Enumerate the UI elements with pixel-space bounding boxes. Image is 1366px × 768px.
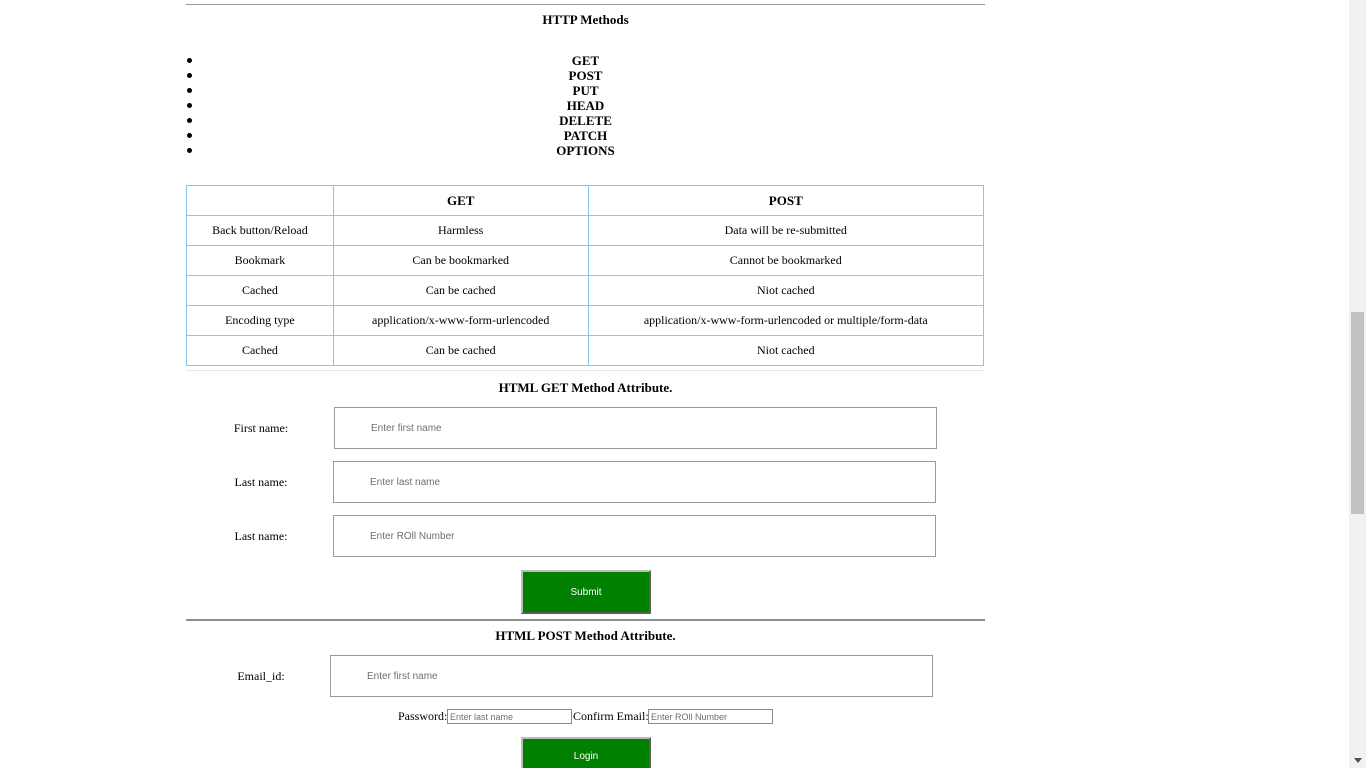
- bullet-icon: [187, 73, 192, 78]
- table-row: Encoding type application/x-www-form-url…: [186, 305, 985, 336]
- table-cell: Can be cached: [332, 275, 589, 306]
- first-name-label: First name:: [233, 421, 289, 435]
- table-header-cell: GET: [332, 185, 589, 216]
- submit-button[interactable]: Submit: [521, 570, 651, 614]
- scrollbar-thumb[interactable]: [1351, 312, 1364, 514]
- confirm-email-label: Confirm Email:: [573, 709, 649, 723]
- method-label: GET: [571, 53, 600, 68]
- method-label: OPTIONS: [556, 143, 615, 158]
- vertical-scrollbar[interactable]: [1349, 0, 1366, 768]
- roll-number-label: Last name:: [234, 529, 288, 543]
- bullet-icon: [187, 118, 192, 123]
- list-item: DELETE: [186, 113, 985, 128]
- section-divider: [186, 619, 985, 621]
- table-cell: Niot cached: [587, 275, 985, 306]
- table-header-cell: POST: [587, 185, 985, 216]
- list-item: POST: [186, 68, 985, 83]
- table-cell: Cannot be bookmarked: [587, 245, 985, 276]
- table-cell: Cached: [186, 275, 334, 306]
- page: HTTP Methods GET POST PUT HEAD DELETE PA…: [0, 0, 1366, 768]
- list-item: PUT: [186, 83, 985, 98]
- get-form-title: HTML GET Method Attribute.: [498, 380, 673, 395]
- bullet-icon: [187, 103, 192, 108]
- bullet-icon: [187, 148, 192, 153]
- method-label: PATCH: [563, 128, 608, 143]
- bullet-icon: [187, 88, 192, 93]
- table-header-cell: [186, 185, 334, 216]
- roll-number-field[interactable]: [333, 515, 936, 557]
- list-item: OPTIONS: [186, 143, 985, 158]
- method-label: PUT: [572, 83, 599, 98]
- http-methods-list: GET POST PUT HEAD DELETE PATCH OPTIONS: [186, 53, 985, 158]
- table-row: Bookmark Can be bookmarked Cannot be boo…: [186, 245, 985, 276]
- table-row: Cached Can be cached Niot cached: [186, 335, 985, 366]
- scroll-down-arrow-icon[interactable]: [1354, 758, 1362, 763]
- table-cell: Can be bookmarked: [332, 245, 589, 276]
- table-cell: application/x-www-form-urlencoded or mul…: [587, 305, 985, 336]
- password-label: Password:: [398, 709, 448, 723]
- table-cell: Harmless: [332, 215, 589, 246]
- method-label: HEAD: [566, 98, 605, 113]
- email-field[interactable]: [330, 655, 933, 697]
- last-name-label: Last name:: [234, 475, 288, 489]
- table-cell: application/x-www-form-urlencoded: [332, 305, 589, 336]
- http-methods-title: HTTP Methods: [542, 12, 629, 27]
- list-item: GET: [186, 53, 985, 68]
- table-cell: Encoding type: [186, 305, 334, 336]
- method-label: DELETE: [559, 113, 612, 128]
- table-cell: Cached: [186, 335, 334, 366]
- confirm-email-field[interactable]: [648, 709, 773, 724]
- get-post-comparison-table: GET POST Back button/Reload Harmless Dat…: [186, 185, 985, 366]
- table-bottom-divider: [186, 370, 985, 371]
- password-field[interactable]: [447, 709, 572, 724]
- table-cell: Data will be re-submitted: [587, 215, 985, 246]
- table-cell: Back button/Reload: [186, 215, 334, 246]
- table-row: Cached Can be cached Niot cached: [186, 275, 985, 306]
- table-cell: Can be cached: [332, 335, 589, 366]
- email-label: Email_id:: [237, 669, 285, 683]
- table-header-row: GET POST: [186, 185, 985, 216]
- bullet-icon: [187, 58, 192, 63]
- list-item: HEAD: [186, 98, 985, 113]
- table-cell: Bookmark: [186, 245, 334, 276]
- first-name-field[interactable]: [334, 407, 937, 449]
- table-cell: Niot cached: [587, 335, 985, 366]
- login-button[interactable]: Login: [521, 737, 651, 768]
- list-item: PATCH: [186, 128, 985, 143]
- top-divider: [186, 4, 985, 5]
- post-form-title: HTML POST Method Attribute.: [495, 628, 676, 643]
- bullet-icon: [187, 133, 192, 138]
- table-row: Back button/Reload Harmless Data will be…: [186, 215, 985, 246]
- last-name-field[interactable]: [333, 461, 936, 503]
- method-label: POST: [568, 68, 603, 83]
